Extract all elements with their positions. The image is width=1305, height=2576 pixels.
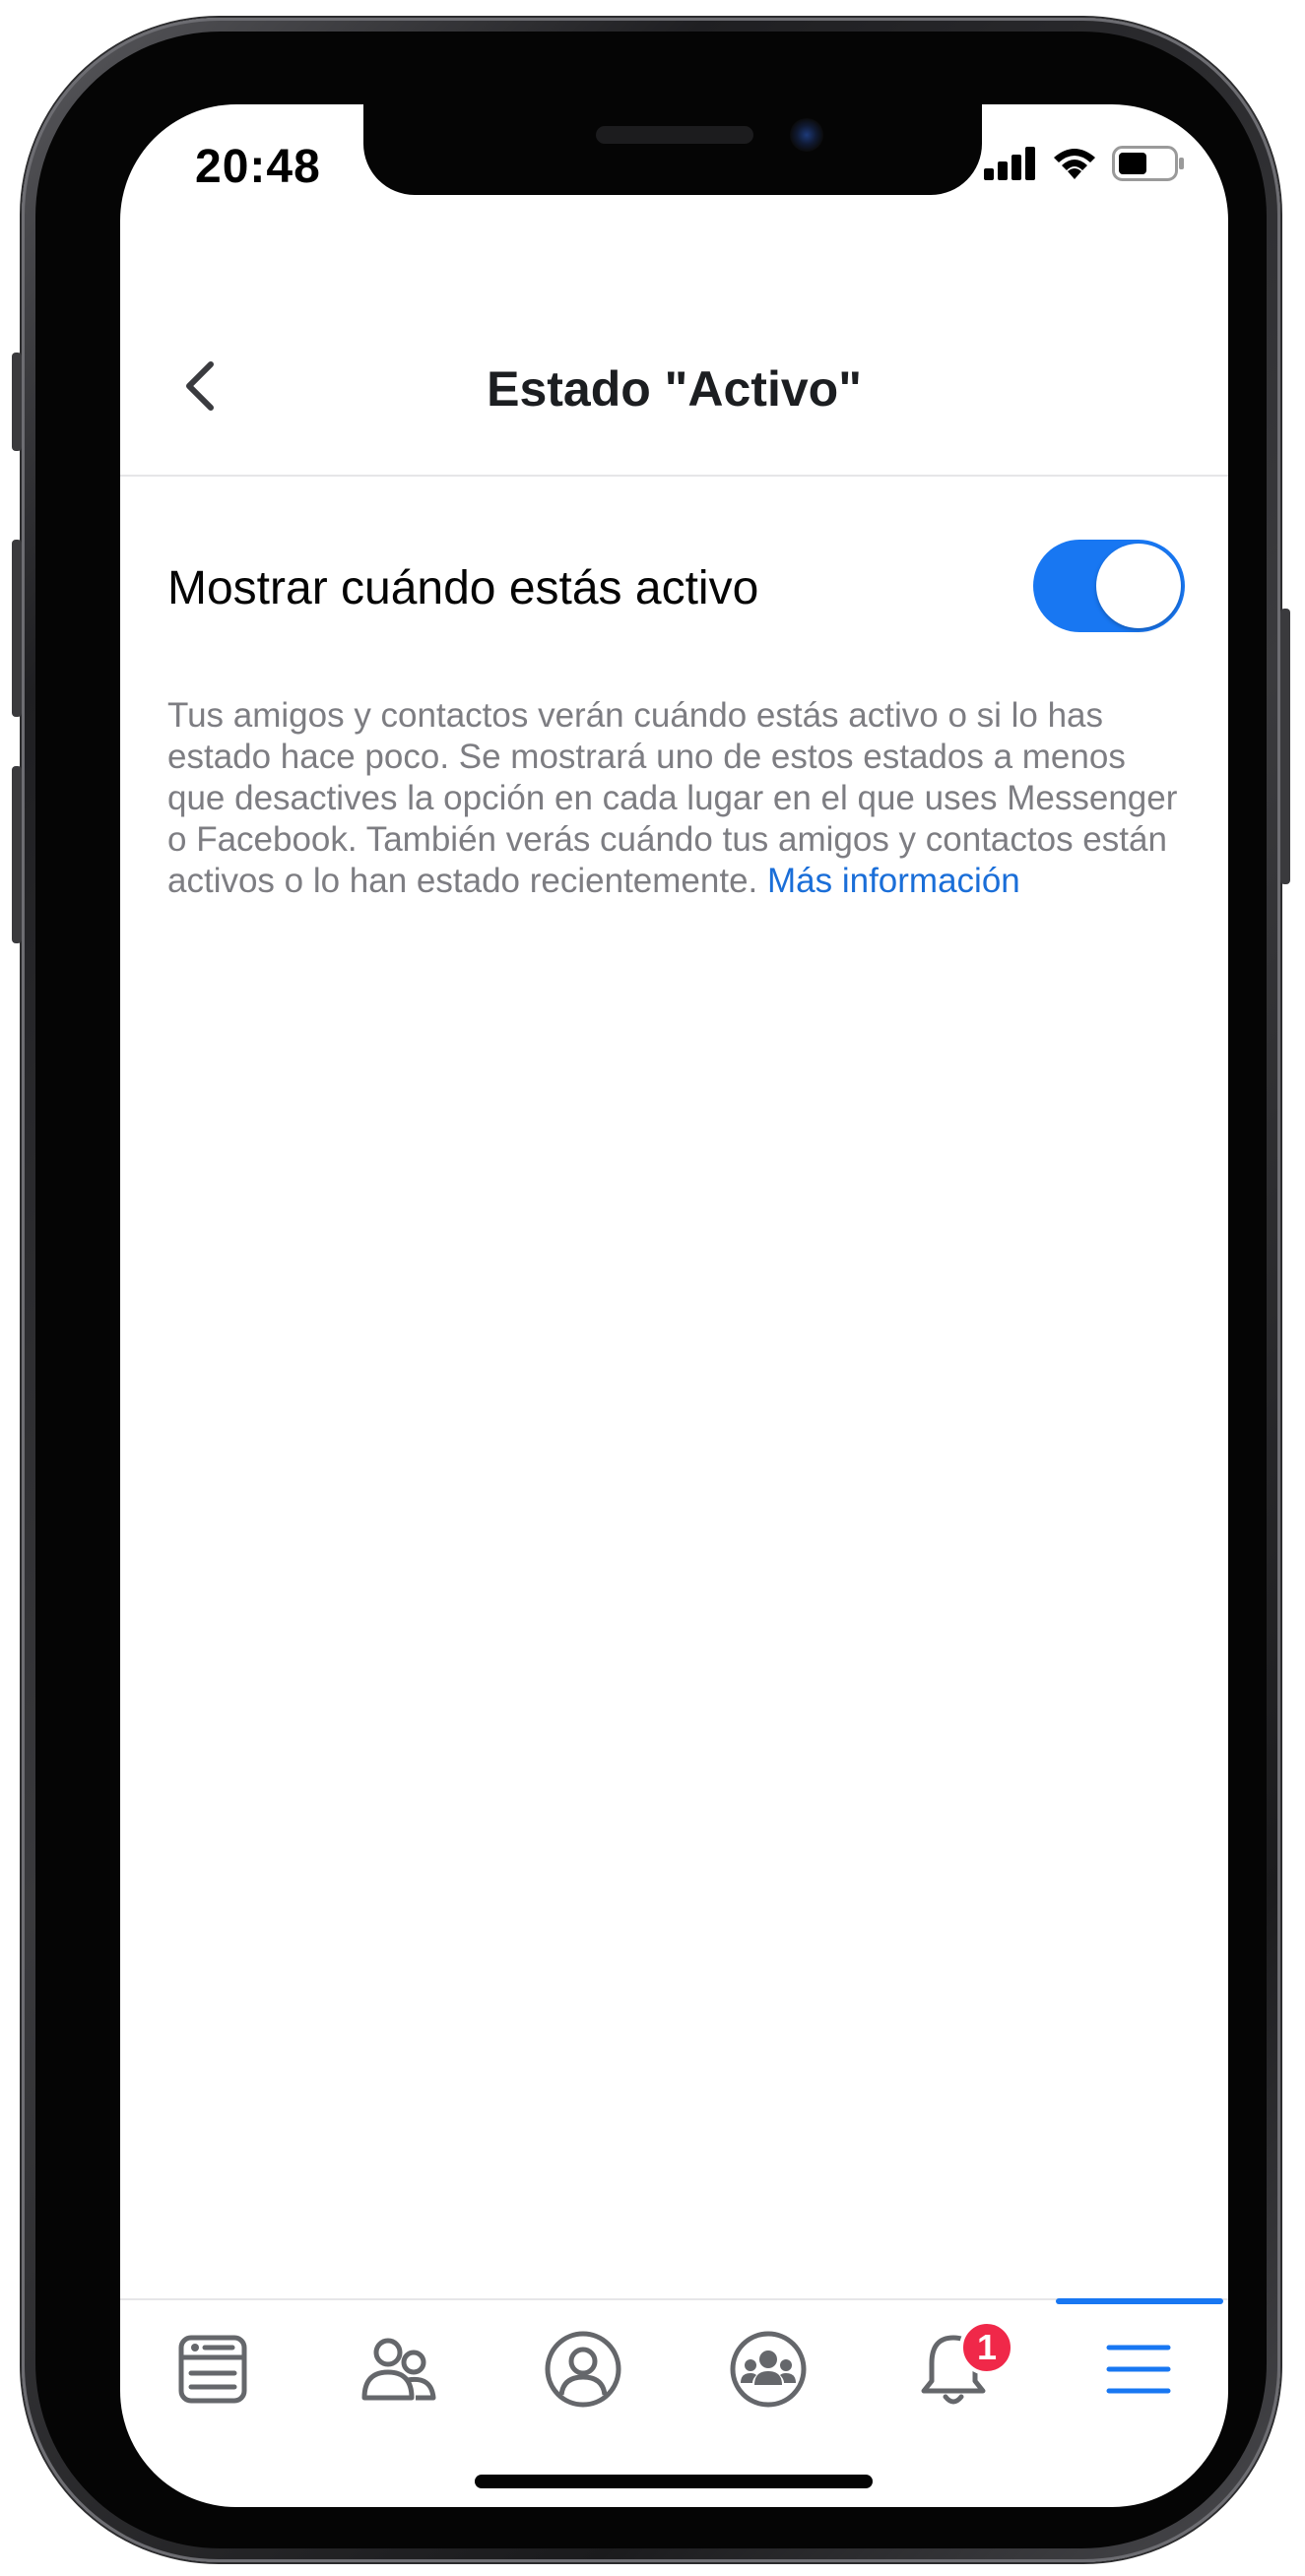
show-active-status-row[interactable]: Mostrar cuándo estás activo <box>167 538 1185 636</box>
friends-icon <box>361 2338 436 2401</box>
learn-more-link[interactable]: Más información <box>767 862 1020 900</box>
notch <box>363 104 982 195</box>
screen: 20:48 Estado "Activo" Mostrar cuándo est… <box>120 104 1228 2507</box>
tab-news-feed[interactable] <box>120 2300 305 2438</box>
tab-menu[interactable] <box>1046 2300 1228 2438</box>
toggle-knob <box>1096 544 1181 628</box>
tab-notifications[interactable]: 1 <box>861 2300 1046 2438</box>
page-title: Estado "Activo" <box>487 361 862 417</box>
wifi-icon <box>1054 149 1095 179</box>
status-time: 20:48 <box>195 141 321 193</box>
notification-badge: 1 <box>959 2320 1014 2375</box>
show-active-status-label: Mostrar cuándo estás activo <box>167 562 759 614</box>
home-indicator[interactable] <box>475 2475 873 2488</box>
status-icons <box>984 146 1185 181</box>
active-status-toggle[interactable] <box>1033 540 1185 632</box>
front-camera <box>790 118 823 152</box>
groups-icon <box>730 2331 807 2408</box>
power-button <box>1280 609 1290 884</box>
bottom-tab-bar: 1 <box>120 2298 1228 2438</box>
navigation-bar: Estado "Activo" <box>120 291 1228 477</box>
earpiece-speaker <box>596 126 753 144</box>
description-text: Tus amigos y contactos verán cuándo está… <box>167 696 1178 900</box>
silent-switch <box>12 353 22 451</box>
volume-up-button <box>12 540 22 717</box>
tab-profile[interactable] <box>490 2300 676 2438</box>
tab-groups[interactable] <box>676 2300 861 2438</box>
phone-frame: 20:48 Estado "Activo" Mostrar cuándo est… <box>12 18 1290 2562</box>
cellular-signal-icon <box>984 147 1035 180</box>
volume-down-button <box>12 766 22 943</box>
news-feed-icon <box>178 2335 247 2404</box>
battery-icon <box>1112 146 1184 181</box>
menu-icon <box>1106 2345 1171 2394</box>
active-status-description: Tus amigos y contactos verán cuándo está… <box>167 695 1179 902</box>
profile-icon <box>545 2331 621 2408</box>
tab-friends[interactable] <box>305 2300 490 2438</box>
